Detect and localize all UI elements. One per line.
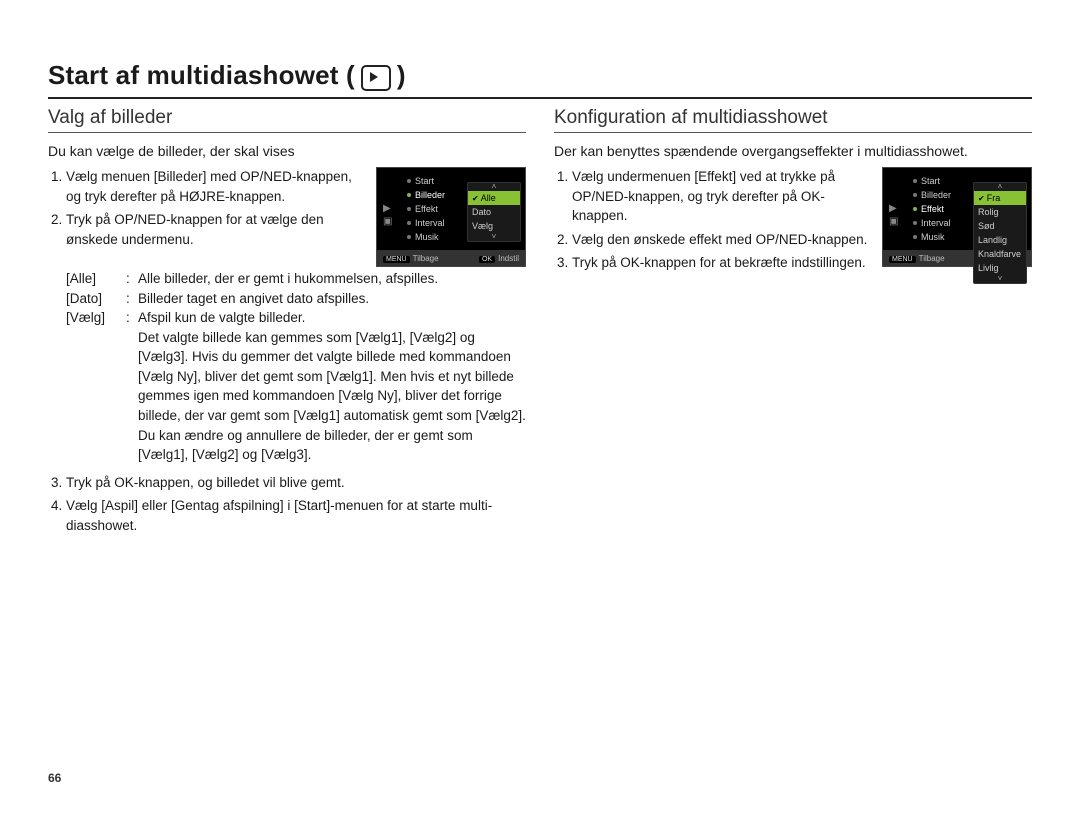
submenu-item: Dato	[468, 205, 520, 219]
menu-label: Start	[415, 176, 434, 186]
menu-key-icon: MENU	[889, 256, 916, 263]
bullet-icon	[913, 207, 917, 211]
left-steps-3-4: Tryk på OK-knappen, og billedet vil bliv…	[48, 473, 526, 536]
chevron-down-icon: ˅	[468, 233, 520, 241]
list-item: Vælg den ønskede effekt med OP/NED-knapp…	[572, 230, 872, 250]
menu-label: Effekt	[415, 204, 438, 214]
play-icon: ▶	[889, 204, 907, 214]
menu-label: Musik	[921, 232, 945, 242]
def-desc: Billeder taget en angivet dato afspilles…	[138, 289, 526, 309]
left-intro-row: Vælg menuen [Billeder] med OP/NED-knappe…	[48, 167, 526, 267]
bullet-icon	[407, 193, 411, 197]
right-steps: Vælg undermenuen [Effekt] ved at trykke …	[554, 167, 872, 281]
mode-icons: ▶▣	[889, 204, 907, 232]
bullet-icon	[913, 235, 917, 239]
def-colon: :	[126, 308, 138, 465]
left-lead: Du kan vælge de billeder, der skal vises	[48, 143, 526, 159]
title-suffix: )	[397, 60, 406, 91]
mode-icons: ▶▣	[383, 204, 401, 232]
submenu-item: Sød	[974, 219, 1026, 233]
footer-right: OKIndstil	[479, 254, 519, 263]
right-rule	[554, 132, 1032, 133]
def-term: [Vælg]	[66, 308, 126, 465]
list-item: Tryk på OK-knappen for at bekræfte indst…	[572, 253, 872, 273]
menu-label: Billeder	[415, 190, 445, 200]
menu-label: Musik	[415, 232, 439, 242]
page-title: Start af multidiashowet ( )	[48, 60, 1032, 91]
list-item: Vælg menuen [Billeder] med OP/NED-knappe…	[66, 167, 366, 206]
title-text: Start af multidiashowet (	[48, 60, 355, 91]
slideshow-icon	[361, 65, 391, 91]
menu-label: Interval	[921, 218, 951, 228]
bullet-icon	[407, 179, 411, 183]
bullet-icon	[407, 221, 411, 225]
title-rule	[48, 97, 1032, 99]
chevron-up-icon: ˄	[974, 183, 1026, 191]
play-icon: ▶	[383, 204, 401, 214]
def-term: [Alle]	[66, 269, 126, 289]
bullet-icon	[407, 207, 411, 211]
camera-icon: ▣	[383, 217, 401, 227]
right-column: Konfiguration af multidiasshowet Der kan…	[554, 107, 1032, 543]
screen-submenu: ˄AlleDatoVælg˅	[467, 182, 521, 242]
menu-label: Start	[921, 176, 940, 186]
camera-screen-left: ▶▣StartBillederEffektIntervalMusik˄AlleD…	[376, 167, 526, 267]
footer-left: MENUTilbage	[889, 254, 945, 263]
list-item: Vælg undermenuen [Effekt] ved at trykke …	[572, 167, 872, 226]
submenu-item: Rolig	[974, 205, 1026, 219]
submenu-item: Fra	[974, 191, 1026, 205]
menu-label: Billeder	[921, 190, 951, 200]
left-heading: Valg af billeder	[48, 107, 526, 129]
menu-label: Interval	[415, 218, 445, 228]
camera-icon: ▣	[889, 217, 907, 227]
footer-left: MENUTilbage	[383, 254, 439, 263]
list-item: Vælg [Aspil] eller [Gentag afspilning] i…	[66, 496, 526, 535]
definition-list: [Alle]:Alle billeder, der er gemt i huko…	[66, 269, 526, 465]
screen-submenu: ˄FraRoligSødLandligKnaldfarveLivlig˅	[973, 182, 1027, 284]
submenu-item: Landlig	[974, 233, 1026, 247]
def-desc: Afspil kun de valgte billeder. Det valgt…	[138, 308, 526, 465]
list-item: Tryk på OP/NED-knappen for at vælge den …	[66, 210, 366, 249]
bullet-icon	[407, 235, 411, 239]
bullet-icon	[913, 221, 917, 225]
chevron-down-icon: ˅	[974, 275, 1026, 283]
submenu-item: Knaldfarve	[974, 247, 1026, 261]
submenu-item: Livlig	[974, 261, 1026, 275]
menu-label: Effekt	[921, 204, 944, 214]
left-steps-1-2: Vælg menuen [Billeder] med OP/NED-knappe…	[48, 167, 366, 257]
def-colon: :	[126, 269, 138, 289]
left-column: Valg af billeder Du kan vælge de billede…	[48, 107, 526, 543]
right-lead: Der kan benyttes spændende overgangseffe…	[554, 143, 1032, 159]
list-item: Tryk på OK-knappen, og billedet vil bliv…	[66, 473, 526, 493]
def-term: [Dato]	[66, 289, 126, 309]
def-desc: Alle billeder, der er gemt i hukommelsen…	[138, 269, 526, 289]
ok-key-icon: OK	[479, 256, 495, 263]
camera-screen-right: ▶▣StartBillederEffektIntervalMusik˄FraRo…	[882, 167, 1032, 267]
page-number: 66	[48, 771, 61, 785]
bullet-icon	[913, 179, 917, 183]
right-intro-row: Vælg undermenuen [Effekt] ved at trykke …	[554, 167, 1032, 281]
submenu-item: Alle	[468, 191, 520, 205]
bullet-icon	[913, 193, 917, 197]
chevron-up-icon: ˄	[468, 183, 520, 191]
right-heading: Konfiguration af multidiasshowet	[554, 107, 1032, 129]
screen-footer: MENUTilbage OKIndstil	[377, 250, 525, 266]
left-rule	[48, 132, 526, 133]
submenu-item: Vælg	[468, 219, 520, 233]
menu-key-icon: MENU	[383, 256, 410, 263]
def-colon: :	[126, 289, 138, 309]
columns: Valg af billeder Du kan vælge de billede…	[48, 107, 1032, 543]
